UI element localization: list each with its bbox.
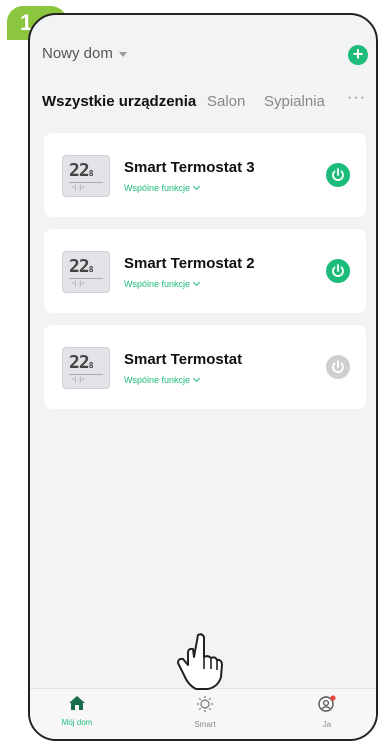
device-functions-link[interactable]: Wspólne funkcje [124, 374, 201, 385]
nav-smart[interactable]: Smart [170, 695, 240, 729]
thermostat-image: 228 ~| |~ [62, 251, 110, 293]
caret-down-icon [118, 51, 127, 57]
bottom-navigation: Mój dom Smart Ja [30, 688, 376, 739]
home-icon [69, 696, 85, 710]
chevron-down-icon [193, 374, 201, 383]
pointing-hand-icon [177, 633, 223, 690]
tab-all-devices[interactable]: Wszystkie urządzenia [42, 93, 196, 110]
profile-icon [318, 695, 336, 712]
chevron-down-icon [193, 182, 201, 191]
sun-icon [197, 696, 213, 712]
device-functions-link[interactable]: Wspólne funkcje [124, 278, 201, 289]
thermostat-digits: 22 [69, 352, 90, 373]
device-card[interactable]: 228 ~| |~ Smart Termostat Wspólne funkcj… [44, 325, 366, 409]
nav-ja[interactable]: Ja [292, 695, 362, 729]
power-button[interactable] [326, 163, 350, 187]
power-icon [332, 168, 344, 181]
thermostat-image: 228 ~| |~ [62, 347, 110, 389]
power-icon [332, 360, 344, 373]
room-tabs: Wszystkie urządzenia Salon Sypialnia ··· [42, 89, 366, 115]
more-tabs-icon[interactable]: ··· [347, 89, 366, 107]
chevron-down-icon [193, 278, 201, 287]
device-card[interactable]: 228 ~| |~ Smart Termostat 3 Wspólne funk… [44, 133, 366, 217]
nav-moj-dom[interactable]: Mój dom [42, 695, 112, 727]
power-button[interactable] [326, 259, 350, 283]
device-card[interactable]: 228 ~| |~ Smart Termostat 2 Wspólne funk… [44, 229, 366, 313]
thermostat-digits: 22 [69, 160, 90, 181]
phone-frame: Nowy dom + Wszystkie urządzenia Salon Sy… [28, 13, 378, 741]
thermostat-digits: 22 [69, 256, 90, 277]
thermostat-image: 228 ~| |~ [62, 155, 110, 197]
home-name: Nowy dom [42, 45, 113, 62]
nav-label: Ja [322, 720, 332, 729]
device-name: Smart Termostat 2 [124, 255, 255, 272]
home-selector[interactable]: Nowy dom [42, 45, 127, 62]
tab-salon[interactable]: Salon [207, 93, 245, 110]
device-name: Smart Termostat [124, 351, 243, 368]
power-button[interactable] [326, 355, 350, 379]
nav-label: Mój dom [61, 718, 93, 727]
tab-sypialnia[interactable]: Sypialnia [264, 93, 325, 110]
power-icon [332, 264, 344, 277]
device-name: Smart Termostat 3 [124, 159, 255, 176]
device-functions-link[interactable]: Wspólne funkcje [124, 182, 201, 193]
add-device-button[interactable]: + [348, 45, 368, 65]
nav-label: Smart [194, 720, 216, 729]
